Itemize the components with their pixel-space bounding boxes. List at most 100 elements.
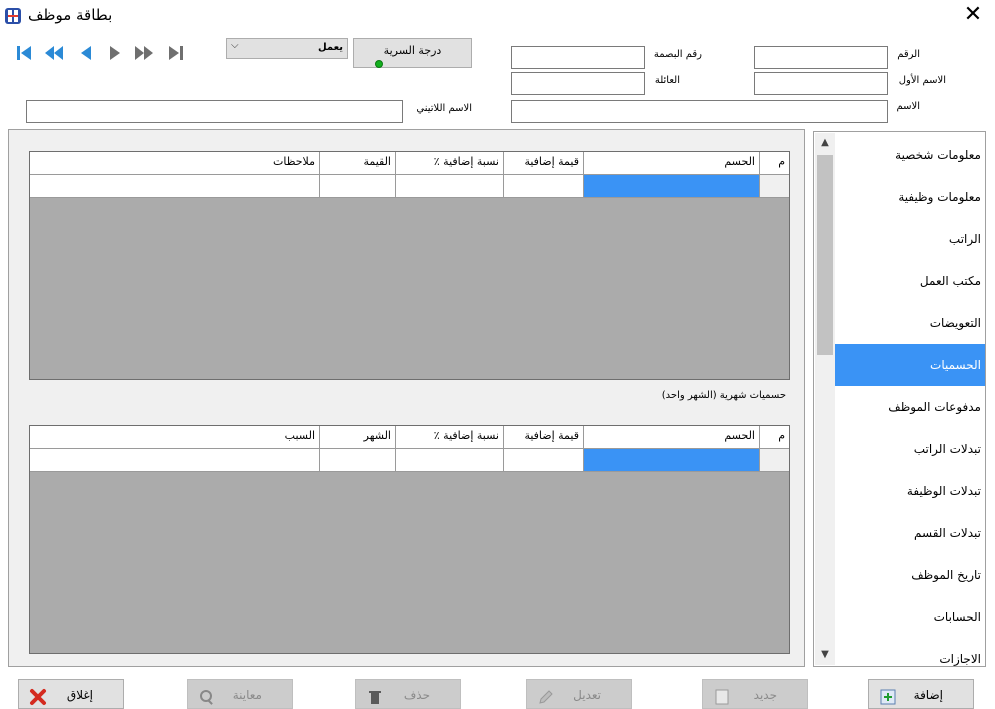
add-button[interactable]: إضافة [868,679,974,709]
first-record-button[interactable] [13,42,35,64]
tab-compensations[interactable]: التعويضات [835,302,985,344]
deductions-panel: م الحسم قيمة إضافية نسبة إضافية ٪ القيمة… [8,129,805,667]
employee-number-label: الرقم [897,49,920,60]
tab-employee-payments[interactable]: مدفوعات الموظف [835,386,985,428]
full-name-field[interactable] [511,100,888,123]
monthly-deductions-grid[interactable]: م الحسم قيمة إضافية نسبة إضافية ٪ الشهر … [29,425,790,654]
fast-forward-icon [135,46,153,60]
deduction-cell[interactable] [583,175,759,197]
tab-leaves[interactable]: الاجازات [835,638,985,666]
column-header-deduction[interactable]: الحسم [583,152,759,174]
preview-button[interactable]: معاينة [187,679,293,709]
row-indicator-cell[interactable] [759,175,789,197]
scrollbar-thumb[interactable] [817,155,833,355]
column-header-extra-percent[interactable]: نسبة إضافية ٪ [395,426,503,448]
previous-record-button[interactable] [75,42,97,64]
status-dropdown[interactable]: يعمل ⌵ [226,38,348,59]
notes-cell[interactable] [30,175,319,197]
add-button-label: إضافة [913,688,943,702]
tab-salary-changes[interactable]: تبدلات الراتب [835,428,985,470]
previous-record-icon [81,46,91,60]
tabs-scrollbar[interactable]: ▲ ▼ [815,133,835,665]
reason-cell[interactable] [30,449,319,471]
close-button-label: إغلاق [66,688,93,702]
tab-job-info[interactable]: معلومات وظيفية [835,176,985,218]
monthly-deductions-caption: حسميات شهرية (الشهر واحد) [661,390,786,401]
window-title: بطاقة موظف [28,6,113,24]
first-record-icon [17,46,31,60]
edit-button[interactable]: تعديل [526,679,632,709]
employee-number-field[interactable] [754,46,888,69]
section-tabs-panel: ▲ ▼ معلومات شخصية معلومات وظيفية الراتب … [813,131,986,667]
deduction-cell[interactable] [583,449,759,471]
column-header-deduction[interactable]: الحسم [583,426,759,448]
scroll-up-arrow-icon[interactable]: ▲ [815,133,835,153]
next-record-icon [110,46,120,60]
tab-department-changes[interactable]: تبدلات القسم [835,512,985,554]
new-document-icon [715,689,729,705]
row-indicator-cell[interactable] [759,449,789,471]
column-header-reason[interactable]: السبب [30,426,319,448]
scroll-down-arrow-icon[interactable]: ▼ [815,645,835,665]
extra-value-cell[interactable] [503,175,583,197]
first-name-field[interactable] [754,72,888,95]
status-indicator-dot [375,60,383,68]
close-button[interactable]: إغلاق [18,679,124,709]
family-name-label: العائلة [654,75,680,86]
fast-backward-button[interactable] [43,42,65,64]
extra-value-cell[interactable] [503,449,583,471]
app-logo-icon [5,8,21,24]
close-x-icon [30,689,46,705]
edit-button-label: تعديل [573,688,601,702]
secrecy-level-button[interactable]: درجة السرية [353,38,472,68]
column-header-index[interactable]: م [759,152,789,174]
column-header-value[interactable]: القيمة [319,152,395,174]
extra-percent-cell[interactable] [395,449,503,471]
value-cell[interactable] [319,175,395,197]
extra-percent-cell[interactable] [395,175,503,197]
delete-button[interactable]: حذف [355,679,461,709]
month-cell[interactable] [319,449,395,471]
column-header-extra-value[interactable]: قيمة إضافية [503,152,583,174]
tab-deductions[interactable]: الحسميات [835,344,985,386]
latin-name-field[interactable] [26,100,403,123]
tab-employee-history[interactable]: تاريخ الموظف [835,554,985,596]
status-selected-value: يعمل [317,42,343,53]
add-record-icon [880,689,896,705]
tab-accounts[interactable]: الحسابات [835,596,985,638]
window-close-button[interactable]: ✕ [958,2,988,30]
next-record-button[interactable] [104,42,126,64]
new-button[interactable]: جديد [702,679,808,709]
column-header-index[interactable]: م [759,426,789,448]
column-header-extra-percent[interactable]: نسبة إضافية ٪ [395,152,503,174]
last-record-button[interactable] [165,42,187,64]
column-header-extra-value[interactable]: قيمة إضافية [503,426,583,448]
edit-icon [539,690,553,704]
trash-icon [369,691,381,704]
fingerprint-number-label: رقم البصمة [653,49,702,60]
table-row[interactable] [30,449,789,472]
secrecy-level-label: درجة السرية [383,44,442,57]
delete-button-label: حذف [403,688,430,702]
latin-name-label: الاسم اللاتيني [416,103,472,114]
deductions-grid[interactable]: م الحسم قيمة إضافية نسبة إضافية ٪ القيمة… [29,151,790,380]
table-row[interactable] [30,175,789,198]
tab-labor-office[interactable]: مكتب العمل [835,260,985,302]
fingerprint-number-field[interactable] [511,46,645,69]
preview-button-label: معاينة [232,688,262,702]
first-name-label: الاسم الأول [898,75,946,86]
column-header-notes[interactable]: ملاحظات [30,152,319,174]
title-bar: بطاقة موظف ✕ [0,0,995,32]
full-name-label: الاسم [896,101,920,112]
family-name-field[interactable] [511,72,645,95]
fast-backward-icon [45,46,63,60]
tab-job-changes[interactable]: تبدلات الوظيفة [835,470,985,512]
column-header-month[interactable]: الشهر [319,426,395,448]
tab-personal-info[interactable]: معلومات شخصية [835,134,985,176]
fast-forward-button[interactable] [133,42,155,64]
tab-salary[interactable]: الراتب [835,218,985,260]
preview-icon [200,690,213,705]
chevron-down-icon: ⌵ [231,40,239,51]
new-button-label: جديد [753,688,777,702]
deductions-grid-header: م الحسم قيمة إضافية نسبة إضافية ٪ القيمة… [30,152,789,175]
